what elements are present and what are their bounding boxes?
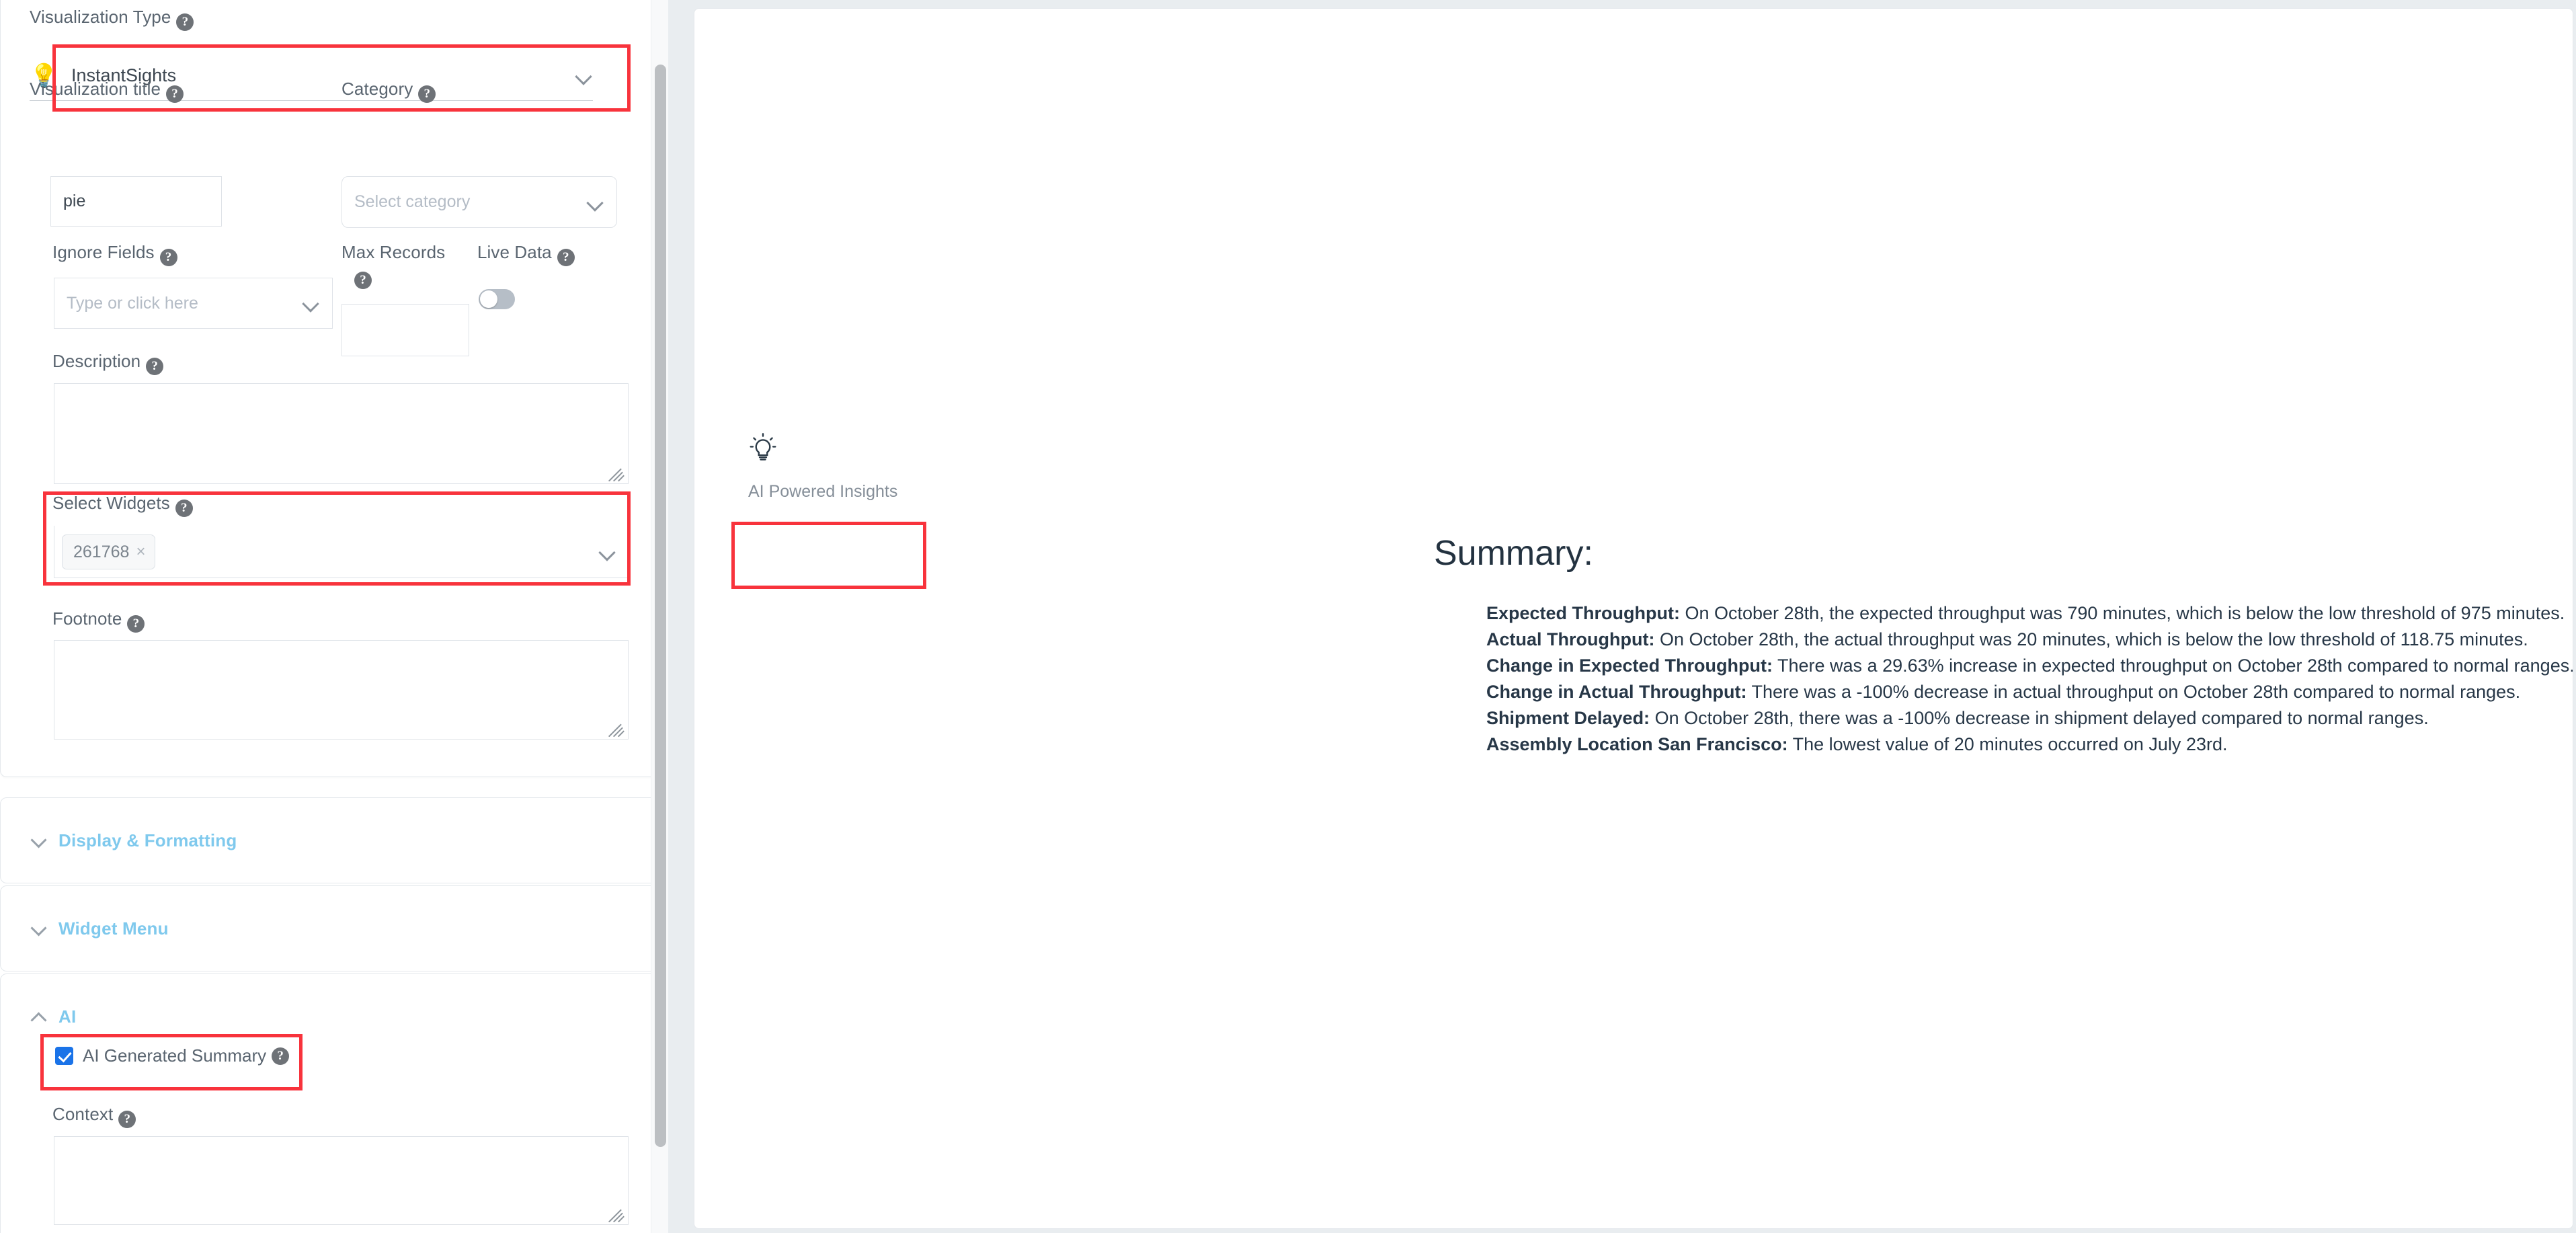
summary-item-text: On October 28th, the expected throughput… [1679, 603, 2565, 623]
ignore-fields-label-text: Ignore Fields [52, 242, 155, 262]
resize-handle-icon[interactable] [608, 464, 625, 481]
help-icon[interactable]: ? [118, 1111, 136, 1128]
help-icon[interactable]: ? [272, 1047, 290, 1065]
description-textarea[interactable] [54, 383, 629, 484]
widget-chip[interactable]: 261768 × [62, 534, 156, 569]
app-root: Visualization Type? 💡 InstantSights Visu… [0, 0, 2576, 1233]
help-icon[interactable]: ? [127, 615, 145, 633]
ai-powered-insights-caption: AI Powered Insights [748, 482, 898, 501]
footnote-label-text: Footnote [52, 608, 122, 629]
description-label-text: Description [52, 351, 141, 371]
section-ai-header[interactable]: AI [32, 1006, 76, 1027]
close-icon[interactable]: × [136, 543, 145, 561]
summary-item: Actual Throughput: On October 28th, the … [1486, 627, 2573, 653]
ignore-fields-select[interactable]: Type or click here [54, 278, 333, 329]
help-icon[interactable]: ? [176, 13, 194, 31]
resize-handle-icon[interactable] [608, 719, 625, 737]
section-display-formatting-label: Display & Formatting [58, 830, 237, 850]
config-panel: Visualization Type? 💡 InstantSights Visu… [0, 0, 668, 1233]
chevron-down-icon[interactable] [303, 294, 320, 312]
context-label-text: Context [52, 1104, 114, 1124]
help-icon[interactable]: ? [146, 358, 164, 375]
ai-generated-summary-checkbox[interactable] [55, 1047, 73, 1065]
summary-item-term: Expected Throughput: [1486, 603, 1680, 623]
chevron-up-icon [32, 1009, 48, 1025]
chevron-down-icon[interactable] [599, 543, 616, 561]
section-widget-menu-label: Widget Menu [58, 918, 169, 939]
visualization-title-label-text: Visualization title [30, 79, 161, 99]
resize-handle-icon[interactable] [608, 1205, 625, 1222]
category-label: Category? [341, 79, 436, 103]
summary-item-term: Change in Expected Throughput: [1486, 655, 1773, 676]
toggle-knob [480, 290, 497, 308]
section-display-formatting[interactable]: Display & Formatting [0, 797, 668, 883]
help-icon[interactable]: ? [557, 249, 575, 266]
summary-list: Expected Throughput: On October 28th, th… [1486, 600, 2573, 758]
help-icon[interactable]: ? [166, 85, 184, 103]
help-icon[interactable]: ? [159, 249, 177, 266]
category-select[interactable]: Select category [341, 176, 617, 228]
live-data-toggle[interactable] [479, 289, 515, 309]
context-label: Context? [52, 1104, 136, 1128]
section-display-formatting-header[interactable]: Display & Formatting [32, 830, 237, 851]
select-widgets-label-text: Select Widgets [52, 493, 170, 513]
summary-item-term: Actual Throughput: [1486, 629, 1655, 649]
summary-heading: Summary: [1434, 534, 1593, 573]
ignore-fields-placeholder: Type or click here [67, 293, 198, 313]
category-placeholder: Select category [354, 192, 471, 211]
max-records-label: Max Records [341, 242, 445, 263]
help-icon[interactable]: ? [418, 85, 436, 103]
lightbulb-outline-icon [750, 433, 776, 461]
summary-item-text: On October 28th, the actual throughput w… [1654, 629, 2528, 649]
visualization-title-label: Visualization title? [30, 79, 184, 103]
help-icon[interactable]: ? [354, 272, 372, 289]
summary-item-text: On October 28th, there was a -100% decre… [1650, 708, 2429, 728]
live-data-label-text: Live Data [477, 242, 552, 262]
chevron-down-icon [32, 921, 48, 937]
summary-item-term: Shipment Delayed: [1486, 708, 1650, 728]
summary-item: Shipment Delayed: On October 28th, there… [1486, 705, 2573, 731]
ignore-fields-label: Ignore Fields? [52, 242, 177, 266]
summary-item: Change in Actual Throughput: There was a… [1486, 679, 2573, 705]
widget-chip-label: 261768 [73, 542, 130, 561]
ai-generated-summary-label: AI Generated Summary [83, 1045, 267, 1066]
summary-item-term: Change in Actual Throughput: [1486, 682, 1747, 702]
visualization-title-input[interactable] [50, 176, 222, 227]
category-label-text: Category [341, 79, 413, 99]
chevron-down-icon[interactable] [587, 194, 604, 211]
summary-item-text: The lowest value of 20 minutes occurred … [1787, 734, 2228, 754]
config-panel-scrollbar[interactable] [651, 0, 668, 1233]
summary-item-text: There was a 29.63% increase in expected … [1773, 655, 2573, 676]
footnote-label: Footnote? [52, 608, 145, 633]
visualization-type-label: Visualization Type? [30, 7, 194, 31]
visualization-type-label-text: Visualization Type [30, 7, 171, 27]
summary-item: Assembly Location San Francisco: The low… [1486, 731, 2573, 758]
context-textarea[interactable] [54, 1136, 629, 1225]
section-widget-menu[interactable]: Widget Menu [0, 885, 668, 971]
summary-item-term: Assembly Location San Francisco: [1486, 734, 1788, 754]
footnote-textarea[interactable] [54, 640, 629, 740]
ai-insights-header: AI Powered Insights [748, 432, 897, 502]
help-icon[interactable]: ? [175, 500, 193, 517]
chevron-down-icon[interactable] [575, 67, 593, 85]
description-label: Description? [52, 351, 164, 375]
max-records-label-text: Max Records [341, 242, 446, 262]
ai-generated-summary-row[interactable]: AI Generated Summary ? [55, 1045, 290, 1066]
section-widget-menu-header[interactable]: Widget Menu [32, 918, 169, 939]
max-records-input[interactable] [341, 304, 469, 356]
select-widgets-label: Select Widgets? [52, 493, 193, 517]
live-data-label: Live Data? [477, 242, 575, 266]
summary-item: Change in Expected Throughput: There was… [1486, 653, 2573, 679]
summary-item-text: There was a -100% decrease in actual thr… [1746, 682, 2521, 702]
preview-panel: AI Powered Insights Summary: Expected Th… [694, 8, 2573, 1229]
scrollbar-thumb[interactable] [655, 65, 666, 1147]
summary-item: Expected Throughput: On October 28th, th… [1486, 600, 2573, 627]
section-ai-label: AI [58, 1006, 77, 1027]
chevron-down-icon [32, 833, 48, 849]
